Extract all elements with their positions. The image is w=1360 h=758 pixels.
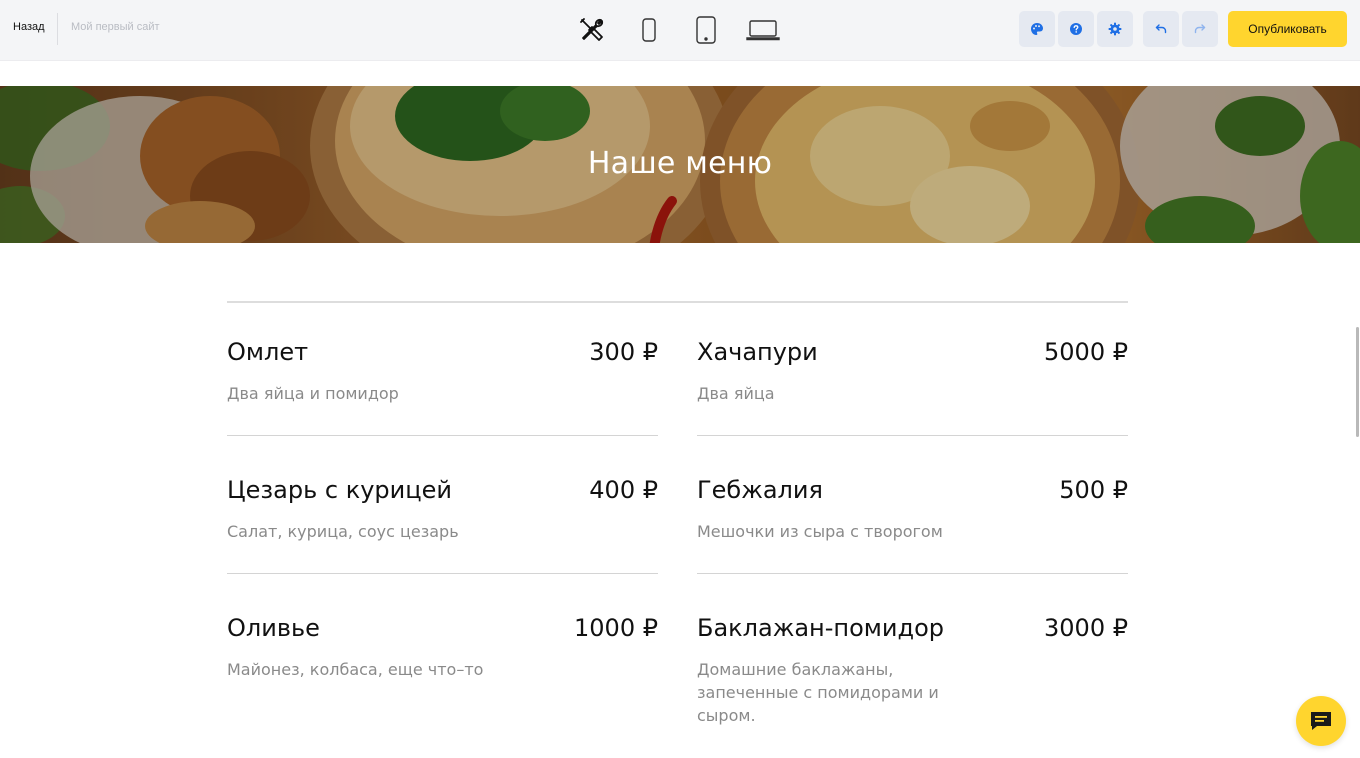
menu-item-name: Оливье bbox=[227, 614, 320, 642]
tablet-icon[interactable] bbox=[692, 14, 720, 46]
site-name[interactable]: Мой первый сайт bbox=[71, 21, 160, 33]
menu-top-divider bbox=[227, 301, 1128, 303]
menu-item-divider bbox=[697, 573, 1128, 574]
palette-icon[interactable] bbox=[1019, 11, 1055, 47]
menu-item-description: Два яйца bbox=[697, 384, 775, 403]
menu-item-description: Домашние баклажаны, запеченные с помидор… bbox=[697, 660, 939, 725]
menu-item-name: Омлет bbox=[227, 338, 309, 366]
help-icon[interactable] bbox=[1058, 11, 1094, 47]
editor-toolbar: Назад Мой первый сайт Опубликовать bbox=[0, 0, 1360, 61]
menu-item-description: Салат, курица, соус цезарь bbox=[227, 522, 459, 541]
menu-item-description: Два яйца и помидор bbox=[227, 384, 399, 403]
menu-item-name: Хачапури bbox=[697, 338, 818, 366]
back-button[interactable]: Назад bbox=[13, 21, 45, 33]
menu-item-price: 1000 ₽ bbox=[574, 614, 658, 642]
toolbar-divider bbox=[57, 13, 58, 45]
menu-item-price: 400 ₽ bbox=[589, 476, 658, 504]
phone-icon[interactable] bbox=[637, 14, 661, 46]
undo-icon[interactable] bbox=[1143, 11, 1179, 47]
menu-item-price: 3000 ₽ bbox=[1044, 614, 1128, 642]
menu-item-price: 5000 ₽ bbox=[1044, 338, 1128, 366]
menu-item-divider bbox=[227, 435, 658, 436]
redo-icon[interactable] bbox=[1182, 11, 1218, 47]
laptop-icon[interactable] bbox=[744, 14, 782, 46]
menu-item-divider bbox=[697, 435, 1128, 436]
menu-item-divider bbox=[227, 573, 658, 574]
publish-button[interactable]: Опубликовать bbox=[1228, 11, 1347, 47]
scrollbar-thumb[interactable] bbox=[1356, 327, 1359, 437]
chat-button[interactable] bbox=[1296, 696, 1346, 746]
menu-item-price: 300 ₽ bbox=[589, 338, 658, 366]
menu-item-price: 500 ₽ bbox=[1059, 476, 1128, 504]
menu-item-name: Гебжалия bbox=[697, 476, 823, 504]
menu-item-name: Баклажан-помидор bbox=[697, 614, 944, 642]
hero-title: Наше меню bbox=[587, 146, 773, 181]
menu-item-name: Цезарь с курицей bbox=[227, 476, 452, 504]
chat-icon bbox=[1311, 712, 1331, 730]
tools-icon[interactable] bbox=[576, 14, 608, 46]
hero-banner: Наше меню bbox=[0, 86, 1360, 243]
menu-item-description: Майонез, колбаса, еще что–то bbox=[227, 660, 484, 679]
settings-icon[interactable] bbox=[1097, 11, 1133, 47]
menu-item-description: Мешочки из сыра с творогом bbox=[697, 522, 943, 541]
